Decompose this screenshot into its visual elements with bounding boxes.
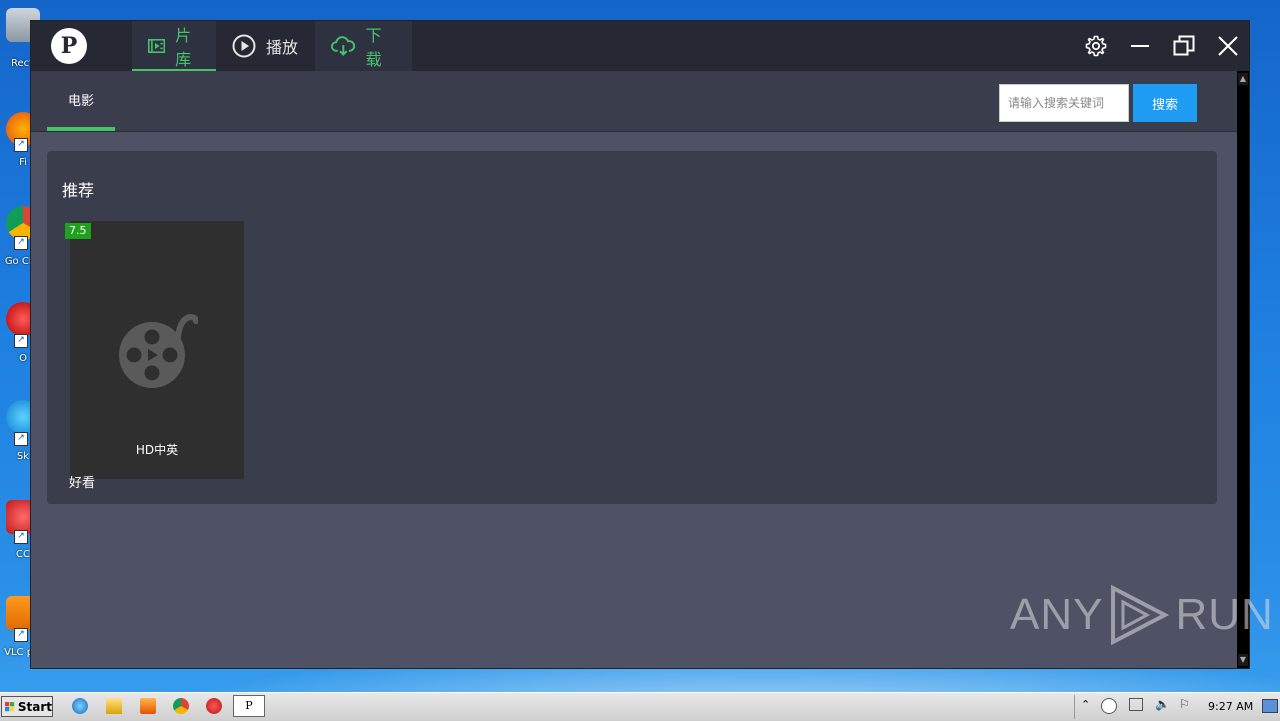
recommend-section: 推荐 7.5 HD中英 好看 xyxy=(47,151,1217,504)
internet-explorer-icon[interactable] xyxy=(72,698,88,714)
restore-icon xyxy=(1173,35,1195,56)
app-logo: P xyxy=(51,28,87,64)
shortcut-arrow-icon: ↗ xyxy=(14,236,28,250)
opera-taskbar-icon[interactable] xyxy=(206,698,222,714)
volume-icon[interactable]: 🔈 xyxy=(1155,697,1170,711)
clock[interactable]: 9:27 AM xyxy=(1208,700,1253,713)
tab-library-label: 片库 xyxy=(175,26,192,69)
rating-badge: 7.5 xyxy=(65,223,91,239)
tab-library[interactable]: 片库 xyxy=(132,21,216,71)
tray-player-icon[interactable] xyxy=(1101,698,1117,714)
quality-badge: HD中英 xyxy=(135,443,179,457)
watermark-play-icon xyxy=(1111,584,1170,646)
shortcut-arrow-icon: ↗ xyxy=(14,138,28,152)
tab-download[interactable]: 下载 xyxy=(315,21,412,71)
cloud-download-icon xyxy=(331,36,356,56)
media-player-icon[interactable] xyxy=(140,698,156,714)
settings-button[interactable] xyxy=(1083,33,1109,59)
close-icon xyxy=(1218,36,1238,56)
watermark-right: RUN xyxy=(1175,590,1274,639)
subtab-movies[interactable]: 电影 xyxy=(47,71,115,131)
movie-title[interactable]: 好看 xyxy=(69,472,95,491)
minimize-icon xyxy=(1131,45,1149,47)
scroll-up-arrow-icon[interactable]: ▲ xyxy=(1238,73,1248,85)
show-desktop-icon[interactable] xyxy=(1262,699,1278,713)
shortcut-arrow-icon: ↗ xyxy=(14,530,28,544)
scrollbar[interactable]: ▲ ▼ xyxy=(1237,71,1249,668)
play-icon xyxy=(232,34,256,58)
section-title: 推荐 xyxy=(62,181,95,200)
file-explorer-icon[interactable] xyxy=(106,698,122,714)
tab-play-label: 播放 xyxy=(266,38,299,57)
scroll-down-arrow-icon[interactable]: ▼ xyxy=(1238,654,1248,666)
shortcut-arrow-icon: ↗ xyxy=(14,334,28,348)
windows-logo-icon xyxy=(5,701,15,711)
close-button[interactable] xyxy=(1215,33,1241,59)
search-input[interactable] xyxy=(999,84,1129,122)
anyrun-watermark: ANY RUN xyxy=(1010,584,1274,646)
start-label: Start xyxy=(17,699,52,714)
network-icon[interactable] xyxy=(1129,698,1143,711)
restore-button[interactable] xyxy=(1171,33,1197,59)
film-reel-icon xyxy=(119,313,198,388)
taskbar-app-player[interactable]: P xyxy=(233,695,265,717)
gear-icon xyxy=(1085,35,1107,57)
tray-expand-icon[interactable]: ⌃ xyxy=(1081,698,1090,711)
shortcut-arrow-icon: ↗ xyxy=(14,628,28,642)
app-window: P 片库 播放 下载 电影 请输入搜索关键词 搜索 ▲ ▼ 推荐 7.5 HD中… xyxy=(31,21,1249,668)
tab-play[interactable]: 播放 xyxy=(216,21,315,71)
search-button[interactable]: 搜索 xyxy=(1133,84,1197,122)
library-icon xyxy=(148,39,166,53)
category-bar: 电影 搜索 xyxy=(31,71,1237,132)
movie-card[interactable]: 7.5 HD中英 xyxy=(65,221,244,479)
tab-download-label: 下载 xyxy=(365,26,382,69)
chrome-taskbar-icon[interactable] xyxy=(173,698,189,714)
minimize-button[interactable] xyxy=(1127,33,1153,59)
shortcut-arrow-icon: ↗ xyxy=(14,432,28,446)
taskbar: Start P ⌃ 🔈 ⚐ 9:27 AM xyxy=(0,692,1280,721)
action-center-flag-icon[interactable]: ⚐ xyxy=(1179,697,1190,711)
title-bar: P 片库 播放 下载 xyxy=(31,21,1249,71)
start-button[interactable]: Start xyxy=(1,696,53,717)
watermark-left: ANY xyxy=(1010,590,1104,639)
